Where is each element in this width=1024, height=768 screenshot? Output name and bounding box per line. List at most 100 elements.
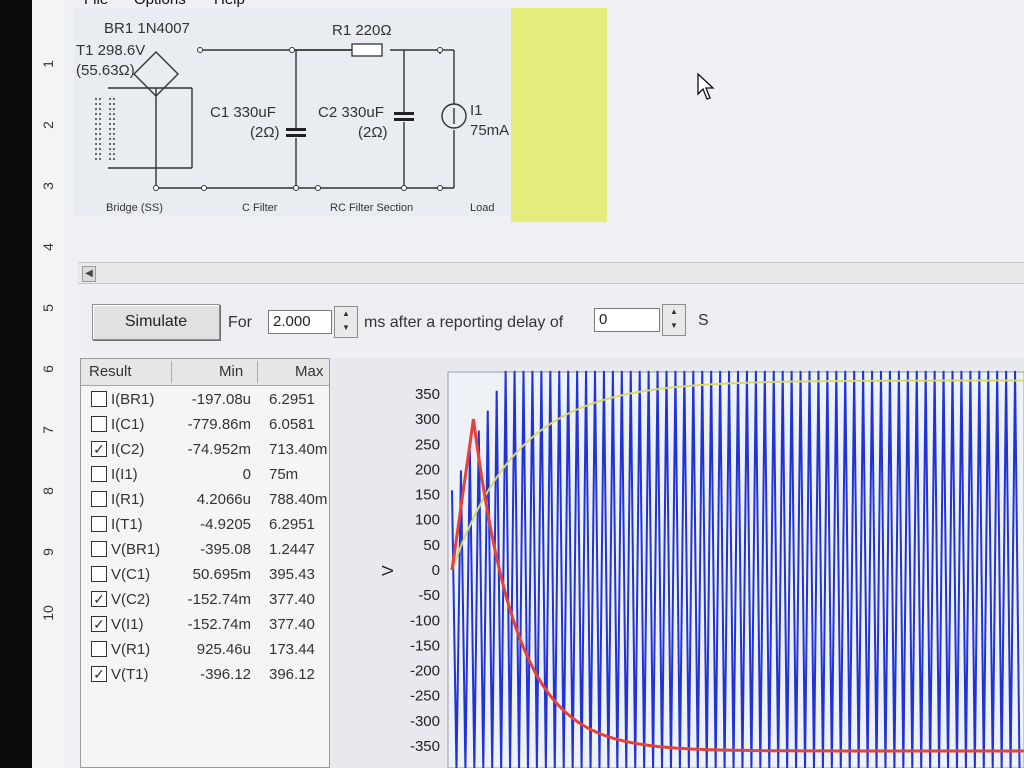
y-tick-label: -350 <box>410 738 440 755</box>
result-max: 6.2951 <box>269 391 315 408</box>
result-checkbox[interactable] <box>91 516 107 532</box>
result-row[interactable]: I(T1) -4.9205 6.2951 <box>81 514 329 538</box>
ruler-tick: 5 <box>40 304 56 312</box>
result-name: V(R1) <box>111 641 151 658</box>
result-row[interactable]: I(I1) 0 75m <box>81 464 329 488</box>
result-checkbox[interactable]: ✓ <box>91 666 107 682</box>
result-name: V(BR1) <box>111 541 161 558</box>
result-max: 75m <box>269 466 299 483</box>
result-max: 788.40m <box>269 491 328 508</box>
mouse-pointer-icon <box>697 72 715 100</box>
y-tick-label: -200 <box>410 663 440 680</box>
result-checkbox[interactable] <box>91 391 107 407</box>
menu-help[interactable]: Help <box>214 0 245 8</box>
ruler-tick: 8 <box>40 487 56 495</box>
result-name: I(T1) <box>111 516 143 533</box>
transformer-label: T1 298.6V <box>76 42 146 59</box>
result-row[interactable]: V(C1) 50.695m 395.43 <box>81 564 329 588</box>
col-max[interactable]: Max <box>295 363 323 380</box>
y-tick-label: 200 <box>415 461 440 478</box>
result-min: -197.08u <box>191 391 251 408</box>
result-checkbox[interactable] <box>91 541 107 557</box>
y-tick-label: -100 <box>410 612 440 629</box>
result-row[interactable]: ✓ V(C2) -152.74m 377.40 <box>81 589 329 613</box>
result-max: 377.40 <box>269 591 315 608</box>
result-row[interactable]: I(R1) 4.2066u 788.40m <box>81 489 329 513</box>
for-label: For <box>228 314 252 331</box>
result-row[interactable]: ✓ V(I1) -152.74m 377.40 <box>81 614 329 638</box>
results-header: Result Min Max <box>81 359 329 386</box>
result-max: 395.43 <box>269 566 315 583</box>
result-name: V(I1) <box>111 616 144 633</box>
y-tick-label: 300 <box>415 411 440 428</box>
result-min: -395.08 <box>200 541 251 558</box>
result-row[interactable]: I(C1) -779.86m 6.0581 <box>81 414 329 438</box>
y-tick-label: 50 <box>423 537 440 554</box>
result-name: I(R1) <box>111 491 145 508</box>
circuit-schematic <box>95 43 467 191</box>
result-row[interactable]: ✓ V(T1) -396.12 396.12 <box>81 664 329 688</box>
transformer-resistance-label: (55.63Ω) <box>76 62 135 79</box>
col-min[interactable]: Min <box>219 363 243 380</box>
ruler-tick: 2 <box>40 121 56 129</box>
result-max: 1.2447 <box>269 541 315 558</box>
result-name: V(C1) <box>111 566 151 583</box>
result-min: -152.74m <box>187 591 251 608</box>
result-row[interactable]: I(BR1) -197.08u 6.2951 <box>81 389 329 413</box>
result-row[interactable]: V(BR1) -395.08 1.2447 <box>81 539 329 563</box>
simulate-button[interactable]: Simulate <box>92 304 220 340</box>
ruler-tick: 1 <box>40 60 56 68</box>
result-min: 0 <box>242 466 251 483</box>
duration-spinner[interactable]: ▲ ▼ <box>334 306 358 338</box>
result-checkbox[interactable]: ✓ <box>91 591 107 607</box>
col-result[interactable]: Result <box>89 363 132 380</box>
y-tick-label: -250 <box>410 688 440 705</box>
result-row[interactable]: V(R1) 925.46u 173.44 <box>81 639 329 663</box>
y-tick-label: 0 <box>432 562 440 579</box>
result-name: V(C2) <box>111 591 151 608</box>
result-checkbox[interactable] <box>91 566 107 582</box>
menu-options[interactable]: Options <box>134 0 186 8</box>
load-value-label: 75mA <box>470 122 510 139</box>
result-name: I(I1) <box>111 466 138 483</box>
result-checkbox[interactable] <box>91 466 107 482</box>
y-tick-label: -300 <box>410 713 440 730</box>
result-min: -74.952m <box>187 441 251 458</box>
ruler-tick: 7 <box>40 426 56 434</box>
result-checkbox[interactable] <box>91 491 107 507</box>
y-tick-label: 350 <box>415 386 440 403</box>
result-max: 377.40 <box>269 616 315 633</box>
result-max: 6.0581 <box>269 416 315 433</box>
delay-input[interactable]: 0 <box>594 308 660 332</box>
waveform-plot: 350 300 250 200 150 100 50 0 -50 -100 -150 -200 -250… <box>380 370 1024 768</box>
y-tick-label: 250 <box>415 436 440 453</box>
ruler-tick: 6 <box>40 365 56 373</box>
result-checkbox[interactable] <box>91 641 107 657</box>
load-name-label: I1 <box>470 102 483 119</box>
units-label: S <box>698 312 709 329</box>
result-max: 173.44 <box>269 641 315 658</box>
result-min: -396.12 <box>200 666 251 683</box>
c1-esr-label: (2Ω) <box>250 124 280 141</box>
result-min: 925.46u <box>196 641 251 658</box>
result-max: 396.12 <box>269 666 315 683</box>
vertical-ruler: 1 2 3 4 5 6 7 8 9 10 <box>32 0 65 768</box>
y-tick-label: 100 <box>415 512 440 529</box>
menu-file[interactable]: File <box>84 0 108 8</box>
delay-spinner[interactable]: ▲ ▼ <box>662 304 686 336</box>
y-axis-label: V <box>380 565 397 576</box>
y-tick-label: -150 <box>410 637 440 654</box>
section-bridge-label: Bridge (SS) <box>106 202 163 214</box>
result-name: I(BR1) <box>111 391 155 408</box>
result-checkbox[interactable] <box>91 416 107 432</box>
ruler-tick: 10 <box>40 605 56 621</box>
result-checkbox[interactable]: ✓ <box>91 441 107 457</box>
scroll-left-icon[interactable]: ◀ <box>82 266 96 282</box>
ruler-tick: 4 <box>40 243 56 251</box>
result-row[interactable]: ✓ I(C2) -74.952m 713.40m <box>81 439 329 463</box>
result-checkbox[interactable]: ✓ <box>91 616 107 632</box>
duration-input[interactable]: 2.000 <box>268 310 332 334</box>
r1-label: R1 220Ω <box>332 22 392 39</box>
horizontal-scrollbar[interactable]: ◀ <box>78 262 1024 284</box>
ruler-tick: 3 <box>40 182 56 190</box>
